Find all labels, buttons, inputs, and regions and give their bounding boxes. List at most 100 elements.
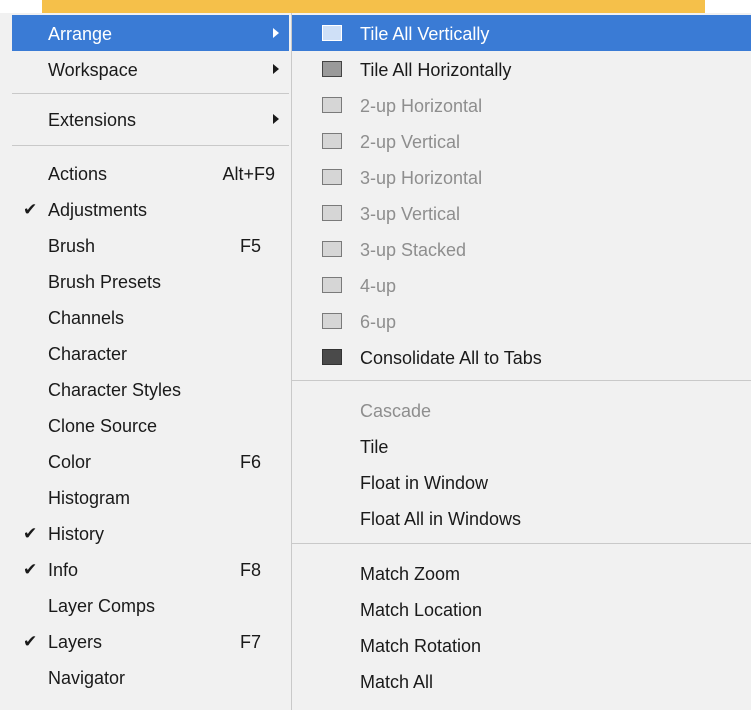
menu-item-arrange[interactable]: Arrange (12, 15, 289, 51)
menu-item-color[interactable]: Color F6 (12, 443, 289, 479)
submenu-item-label: 2-up Vertical (360, 132, 461, 152)
submenu-item-label: 6-up (360, 312, 397, 332)
menu-item-info[interactable]: ✔ Info F8 (12, 551, 289, 587)
submenu-item-label: Match All (360, 672, 434, 692)
submenu-item-3up-horizontal[interactable]: 3-up Horizontal (292, 159, 751, 195)
menu-item-label: Adjustments (48, 200, 148, 220)
submenu-item-label: 3-up Stacked (360, 240, 467, 260)
submenu-item-tile[interactable]: Tile (292, 428, 751, 464)
top-accent-bar (42, 0, 705, 13)
menu-item-actions[interactable]: Actions Alt+F9 (12, 155, 289, 191)
menu-item-brush[interactable]: Brush F5 (12, 227, 289, 263)
submenu-item-3up-stacked[interactable]: 3-up Stacked (292, 231, 751, 267)
menu-item-label: Layers (48, 632, 103, 652)
two-up-vertical-icon (322, 133, 342, 149)
menu-item-shortcut: Alt+F9 (222, 164, 275, 184)
submenu-item-label: Cascade (360, 401, 432, 421)
consolidate-tabs-icon (322, 349, 342, 365)
submenu-item-6up[interactable]: 6-up (292, 303, 751, 339)
menu-separator (292, 543, 751, 544)
tile-vertically-icon (322, 25, 342, 41)
three-up-vertical-icon (322, 205, 342, 221)
three-up-stacked-icon (322, 241, 342, 257)
submenu-item-float-all-in-windows[interactable]: Float All in Windows (292, 500, 751, 536)
submenu-item-2up-vertical[interactable]: 2-up Vertical (292, 123, 751, 159)
submenu-item-match-rotation[interactable]: Match Rotation (292, 627, 751, 663)
menu-item-label: Channels (48, 308, 125, 328)
menu-item-label: Character Styles (48, 380, 182, 400)
four-up-icon (322, 277, 342, 293)
submenu-item-tile-all-horizontally[interactable]: Tile All Horizontally (292, 51, 751, 87)
menu-item-adjustments[interactable]: ✔ Adjustments (12, 191, 289, 227)
submenu-item-label: 3-up Vertical (360, 204, 461, 224)
submenu-item-cascade[interactable]: Cascade (292, 392, 751, 428)
menu-item-layer-comps[interactable]: Layer Comps (12, 587, 289, 623)
three-up-horizontal-icon (322, 169, 342, 185)
menu-separator (292, 380, 751, 381)
submenu-item-label: 3-up Horizontal (360, 168, 483, 188)
submenu-item-float-in-window[interactable]: Float in Window (292, 464, 751, 500)
menu-item-label: Character (48, 344, 128, 364)
menu-item-label: Extensions (48, 110, 137, 130)
menu-item-shortcut: F8 (239, 560, 261, 580)
checkmark-icon: ✔ (23, 200, 38, 219)
menu-item-label: Actions (48, 164, 108, 184)
submenu-item-match-all[interactable]: Match All (292, 663, 751, 699)
menu-item-extensions[interactable]: Extensions (12, 101, 289, 137)
menu-item-shortcut: F6 (239, 452, 261, 472)
menu-item-clone-source[interactable]: Clone Source (12, 407, 289, 443)
submenu-item-4up[interactable]: 4-up (292, 267, 751, 303)
menu-item-brush-presets[interactable]: Brush Presets (12, 263, 289, 299)
menu-item-label: Color (48, 452, 92, 472)
checkmark-icon: ✔ (23, 560, 38, 579)
menu-item-label: Navigator (48, 668, 126, 688)
menu-item-label: Workspace (48, 60, 138, 80)
checkmark-icon: ✔ (23, 632, 38, 651)
submenu-item-label: Consolidate All to Tabs (360, 348, 542, 368)
submenu-arrow-icon (273, 64, 279, 74)
menu-item-label: History (48, 524, 105, 544)
menu-separator (12, 93, 289, 94)
submenu-item-label: Float All in Windows (360, 509, 522, 529)
menu-item-shortcut: F5 (239, 236, 261, 256)
submenu-item-match-location[interactable]: Match Location (292, 591, 751, 627)
submenu-item-match-zoom[interactable]: Match Zoom (292, 555, 751, 591)
submenu-item-label: Tile All Vertically (360, 24, 490, 44)
menu-item-label: Info (48, 560, 79, 580)
six-up-icon (322, 313, 342, 329)
submenu-arrow-icon (273, 28, 279, 38)
menu-item-label: Brush Presets (48, 272, 162, 292)
submenu-item-tile-all-vertically[interactable]: Tile All Vertically (292, 15, 751, 51)
submenu-item-label: 4-up (360, 276, 397, 296)
menu-item-shortcut: F7 (239, 632, 261, 652)
menu-item-workspace[interactable]: Workspace (12, 51, 289, 87)
menu-item-label: Layer Comps (48, 596, 156, 616)
menu-item-histogram[interactable]: Histogram (12, 479, 289, 515)
menu-item-label: Arrange (48, 24, 113, 44)
submenu-item-label: 2-up Horizontal (360, 96, 483, 116)
menu-item-label: Clone Source (48, 416, 158, 436)
submenu-item-label: Float in Window (360, 473, 489, 493)
submenu-item-label: Match Zoom (360, 564, 461, 584)
submenu-arrow-icon (273, 114, 279, 124)
checkmark-icon: ✔ (23, 524, 38, 543)
menu-item-channels[interactable]: Channels (12, 299, 289, 335)
window-menu: Arrange Workspace Extensions Actions Alt… (0, 13, 292, 710)
submenu-item-consolidate-all-to-tabs[interactable]: Consolidate All to Tabs (292, 339, 751, 375)
submenu-item-3up-vertical[interactable]: 3-up Vertical (292, 195, 751, 231)
menu-item-navigator[interactable]: Navigator (12, 659, 289, 695)
menu-item-history[interactable]: ✔ History (12, 515, 289, 551)
menu-item-character[interactable]: Character (12, 335, 289, 371)
menu-item-label: Brush (48, 236, 96, 256)
submenu-item-2up-horizontal[interactable]: 2-up Horizontal (292, 87, 751, 123)
tile-horizontally-icon (322, 61, 342, 77)
submenu-item-label: Match Rotation (360, 636, 482, 656)
menu-item-character-styles[interactable]: Character Styles (12, 371, 289, 407)
menu-item-layers[interactable]: ✔ Layers F7 (12, 623, 289, 659)
menu-separator (12, 145, 289, 146)
submenu-item-label: Match Location (360, 600, 483, 620)
submenu-item-label: Tile (360, 437, 389, 457)
submenu-item-label: Tile All Horizontally (360, 60, 512, 80)
two-up-horizontal-icon (322, 97, 342, 113)
arrange-submenu: Tile All Vertically Tile All Horizontall… (292, 13, 751, 710)
